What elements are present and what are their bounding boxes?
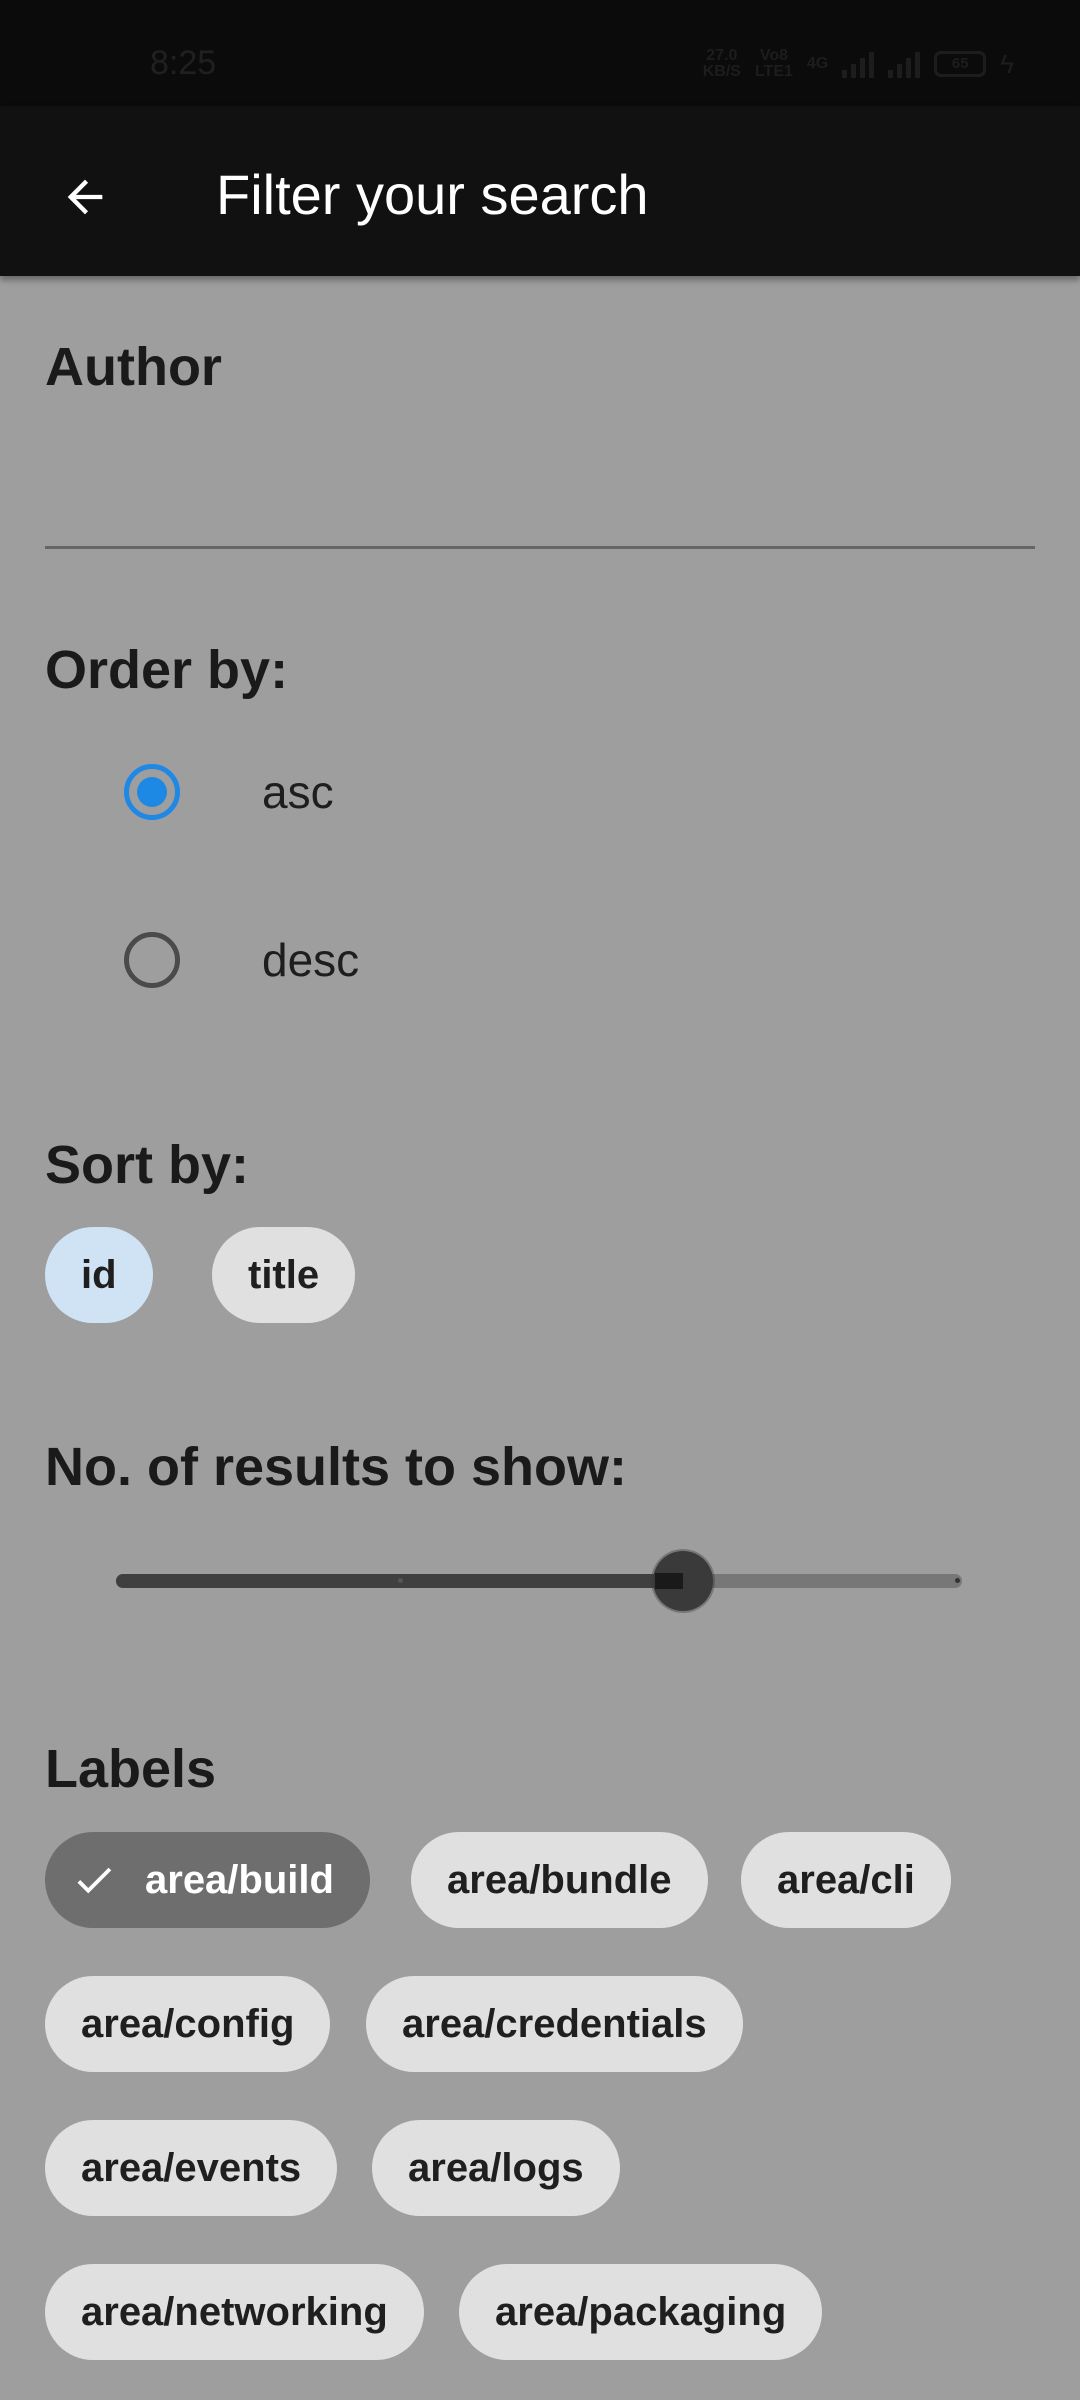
label-chip-area-credentials-label: area/credentials [402,2001,707,2046]
label-chip-area-config[interactable]: area/config [45,1976,331,2072]
radio-desc-label: desc [262,934,360,986]
label-chip-area-logs[interactable]: area/logs [372,2120,620,2216]
status-icons: 27.0 KB/S Vo8 LTE1 4G 65 ϟ [703,48,1014,80]
order-by-label: Order by: [45,640,289,700]
app-bar: Filter your search [0,106,1080,276]
sort-chip-id[interactable]: id [45,1227,153,1323]
sort-chip-id-label: id [81,1252,117,1297]
label-chip-area-cli-label: area/cli [777,1857,915,1902]
label-chip-area-config-label: area/config [81,2001,295,2046]
slider-tick-end [955,1578,960,1583]
network-type: 4G [806,55,829,72]
signal-icon [842,50,875,78]
label-chip-area-build-label: area/build [145,1857,334,1902]
network-speed: 27.0 KB/S [702,47,741,80]
labels-label: Labels [45,1739,217,1799]
author-input[interactable] [45,456,1035,546]
radio-asc-label: asc [262,766,334,818]
label-chip-area-events-label: area/events [81,2145,302,2190]
arrow-left-icon [67,179,103,215]
label-chip-area-bundle-label: area/bundle [447,1857,672,1902]
sort-chip-title[interactable]: title [212,1227,356,1323]
page-title: Filter your search [216,163,649,226]
label-chip-area-logs-label: area/logs [408,2145,584,2190]
label-chip-area-build[interactable]: area/build [45,1832,370,1928]
results-slider-value-indicator [654,1573,683,1589]
label-chip-area-networking[interactable]: area/networking [45,2264,424,2360]
sort-by-label: Sort by: [45,1135,250,1195]
check-icon [71,1857,117,1903]
author-label: Author [45,337,222,397]
radio-asc[interactable] [124,764,180,820]
signal-icon-2 [888,50,921,78]
label-chip-area-events[interactable]: area/events [45,2120,338,2216]
charging-icon: ϟ [1000,48,1014,79]
label-chip-area-cli[interactable]: area/cli [741,1832,951,1928]
status-bar: 8:25 27.0 KB/S Vo8 LTE1 4G 65 ϟ [0,0,1080,106]
author-input-underline [45,546,1035,549]
volte-indicator: Vo8 LTE1 [754,47,793,80]
label-chip-area-networking-label: area/networking [81,2289,388,2334]
label-chip-area-packaging-label: area/packaging [495,2289,787,2334]
slider-tick [398,1578,403,1583]
battery-icon: 65 [934,51,987,77]
radio-desc[interactable] [124,932,180,988]
status-time: 8:25 [150,44,217,82]
back-button[interactable] [40,152,130,242]
sort-chip-title-label: title [248,1252,320,1297]
results-label: No. of results to show: [45,1437,628,1497]
label-chip-area-credentials[interactable]: area/credentials [366,1976,743,2072]
order-desc-option[interactable]: desc [124,932,359,988]
order-asc-option[interactable]: asc [124,764,334,820]
label-chip-area-packaging[interactable]: area/packaging [459,2264,823,2360]
label-chip-area-bundle[interactable]: area/bundle [411,1832,708,1928]
